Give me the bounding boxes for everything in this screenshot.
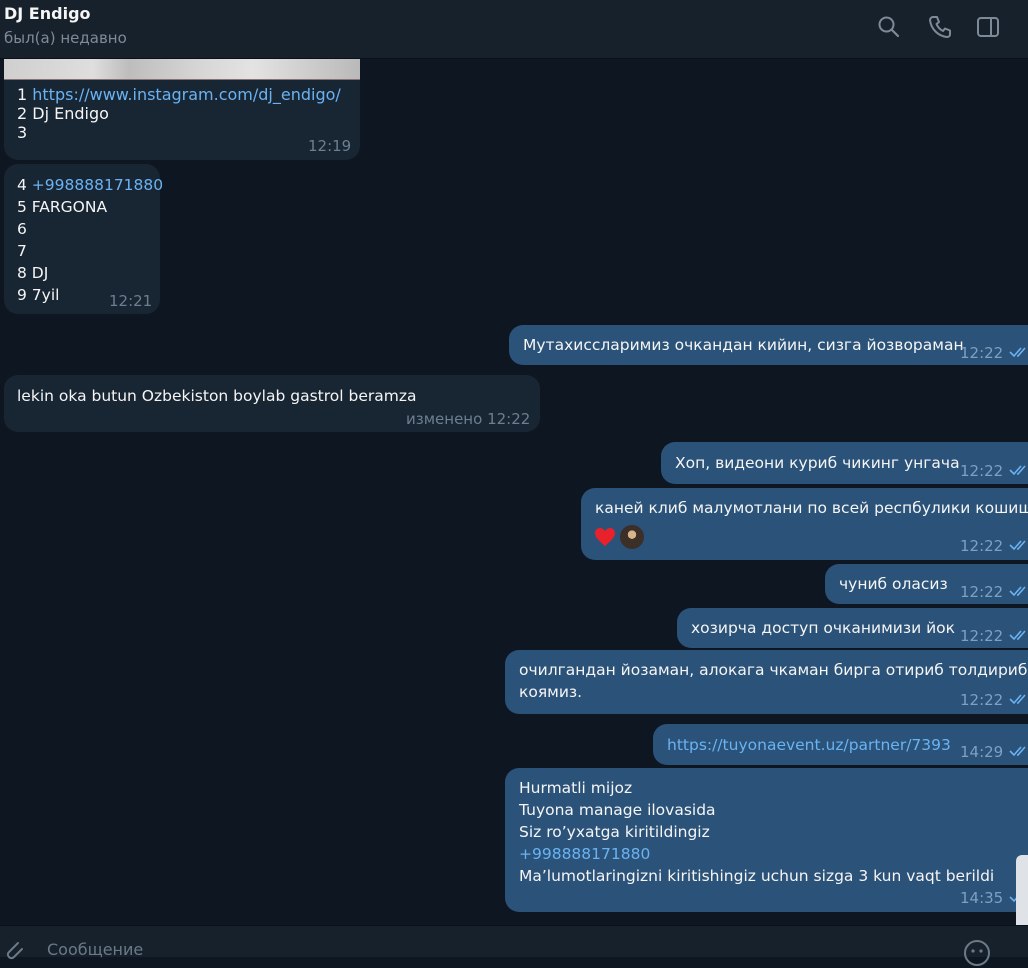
message-time: 12:19 [308,137,352,155]
message-bubble[interactable]: чуниб оласиз 12:22 [825,564,1028,604]
message-time: 12:22 [960,583,1004,601]
reactions[interactable] [593,524,645,550]
read-check-icon [1009,694,1026,705]
message-time: изменено 12:22 [406,410,531,428]
message-bubble[interactable]: каней клиб малумотлани по всей респбулик… [581,488,1028,560]
message-time: 12:22 [960,691,1004,709]
message-bubble[interactable]: Hurmatli mijoz Tuyona manage ilovasida S… [505,768,1028,912]
edited-label: изменено [406,410,483,428]
read-check-icon [1009,540,1026,551]
message-text: Tuyona manage ilovasida [519,801,716,819]
heart-reaction-icon[interactable] [593,525,617,549]
sidebar-toggle-icon[interactable] [975,14,1001,40]
message-bubble[interactable]: Мутахиссларимиз очкандан кийин, сизга йо… [509,325,1028,365]
read-check-icon [1009,586,1026,597]
message-bubble[interactable]: очилгандан йозаман, алокага чкаман бирга… [505,650,1028,714]
message-time: 12:22 [960,462,1004,480]
phone-link[interactable]: +998888171880 [519,843,1028,865]
message-text: lekin oka butun Ozbekiston boylab gastro… [17,387,417,405]
message-time: 14:29 [960,743,1004,761]
read-check-icon [1009,347,1026,358]
message-time: 12:21 [109,292,153,310]
message-text: коямиз. [519,683,583,701]
message-bubble[interactable]: Хоп, видеони куриб чикинг унгача 12:22 [661,442,1028,484]
message-text: Hurmatli mijoz [519,779,633,797]
message-time: 12:22 [960,627,1004,645]
read-check-icon [1009,746,1026,757]
message-text: 1 https://www.instagram.com/dj_endigo/ 2… [17,85,341,142]
message-bubble[interactable]: хозирча доступ очканимизи йок 12:22 [677,608,1028,648]
message-text: Мутахиссларимиз очкандан кийин, сизга йо… [523,336,964,354]
message-composer: Сообщение [0,925,1028,966]
message-bubble[interactable]: lekin oka butun Ozbekiston boylab gastro… [4,375,540,432]
chat-title[interactable]: DJ Endigo [4,4,91,23]
message-bubble[interactable]: https://tuyonaevent.uz/partner/7393 14:2… [653,724,1028,765]
phone-link[interactable]: +998888171880 [32,176,163,194]
message-input[interactable]: Сообщение [47,940,143,959]
reactor-avatar[interactable] [619,524,645,550]
message-text: очилгандан йозаман, алокага чкаман бирга… [519,661,1028,679]
message-text: Ma’lumotlaringizni kiritishingiz uchun s… [519,867,995,885]
message-list[interactable]: 1 https://www.instagram.com/dj_endigo/ 2… [0,59,1028,925]
instagram-link[interactable]: https://www.instagram.com/dj_endigo/ [32,85,341,104]
chat-header: DJ Endigo был(а) недавно [0,0,1028,59]
message-time: 14:35 [960,889,1004,907]
emoji-icon[interactable] [962,938,992,968]
message-bubble[interactable]: 4 +998888171880 5 FARGONA 6 7 8 DJ 9 7yi… [4,164,163,314]
search-icon[interactable] [876,14,902,40]
message-text: каней клиб малумотлани по всей респбулик… [595,499,1028,517]
message-time: 12:22 [960,344,1004,362]
message-text: Siz ro’yxatga kiritildingiz [519,823,710,841]
read-check-icon [1009,465,1026,476]
read-check-icon [1009,630,1026,641]
phone-icon[interactable] [927,14,953,40]
photo-preview[interactable] [4,59,360,80]
chat-status: был(а) недавно [4,29,127,47]
paperclip-icon[interactable] [0,936,26,962]
message-time: 12:22 [960,537,1004,555]
